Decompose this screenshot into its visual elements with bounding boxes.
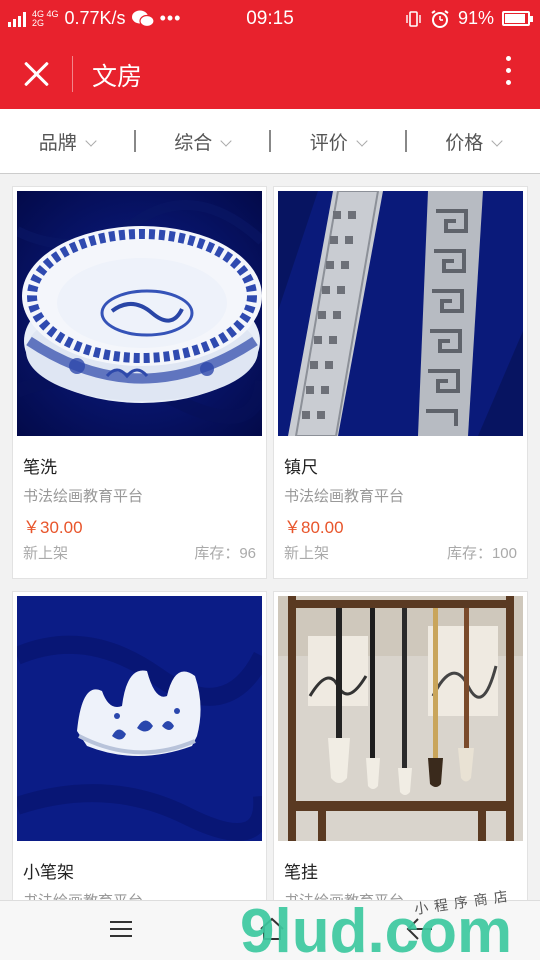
more-vertical-icon[interactable] <box>504 56 512 92</box>
battery-icon <box>502 11 533 26</box>
product-price: ￥30.00 <box>23 518 83 537</box>
new-arrival-tag: 新上架 <box>284 545 330 562</box>
chevron-down-icon <box>491 134 503 147</box>
alarm-icon <box>431 9 449 28</box>
product-price: ￥80.00 <box>284 518 344 537</box>
filter-label: 综合 <box>174 132 213 154</box>
filter-brand[interactable]: 品牌 <box>0 128 134 155</box>
status-bar: 4G 4G 2G 0.77K/s ••• 09:15 91% <box>0 0 540 38</box>
product-vendor: 书法绘画教育平台 <box>284 488 405 505</box>
product-image-brush-rest[interactable] <box>17 596 262 841</box>
product-name: 镇尺 <box>284 458 318 477</box>
filter-label: 价格 <box>445 132 484 154</box>
chevron-down-icon <box>85 134 97 147</box>
filter-label: 品牌 <box>38 132 77 154</box>
filter-overall[interactable]: 综合 <box>136 128 270 155</box>
product-name: 小笔架 <box>23 863 74 882</box>
product-image-brush-washer[interactable] <box>17 191 262 436</box>
chevron-down-icon <box>220 134 232 147</box>
product-vendor: 书法绘画教育平台 <box>23 488 144 505</box>
chevron-down-icon <box>356 134 368 147</box>
product-card[interactable]: 笔挂 书法绘画教育平台 <box>273 591 528 921</box>
filter-bar: 品牌 综合 评价 价格 <box>0 109 540 174</box>
title-bar: 文房 <box>0 38 540 109</box>
product-stock: 库存：96 <box>194 545 256 562</box>
product-card[interactable]: 小笔架 书法绘画教育平台 <box>12 591 267 921</box>
product-card[interactable]: 笔洗 书法绘画教育平台 ￥30.00 新上架 库存：96 <box>12 186 267 579</box>
product-image-brush-hanger[interactable] <box>278 596 523 841</box>
page-title: 文房 <box>92 63 143 91</box>
vibrate-icon <box>406 10 421 27</box>
title-divider <box>72 56 73 92</box>
home-icon[interactable] <box>258 915 286 943</box>
back-arrow-icon[interactable] <box>404 915 434 943</box>
battery-percent: 91% <box>457 8 494 28</box>
product-name: 笔洗 <box>23 458 57 477</box>
product-card[interactable]: 镇尺 书法绘画教育平台 ￥80.00 新上架 库存：100 <box>273 186 528 579</box>
product-image-paperweight[interactable] <box>278 191 523 436</box>
menu-icon[interactable] <box>110 921 132 939</box>
filter-label: 评价 <box>309 132 348 154</box>
new-arrival-tag: 新上架 <box>23 545 69 562</box>
filter-rating[interactable]: 评价 <box>271 128 405 155</box>
product-stock: 库存：100 <box>446 545 517 562</box>
product-name: 笔挂 <box>284 863 318 882</box>
close-icon[interactable] <box>20 58 52 90</box>
filter-price[interactable]: 价格 <box>407 128 540 155</box>
bottom-navigation <box>0 900 540 960</box>
